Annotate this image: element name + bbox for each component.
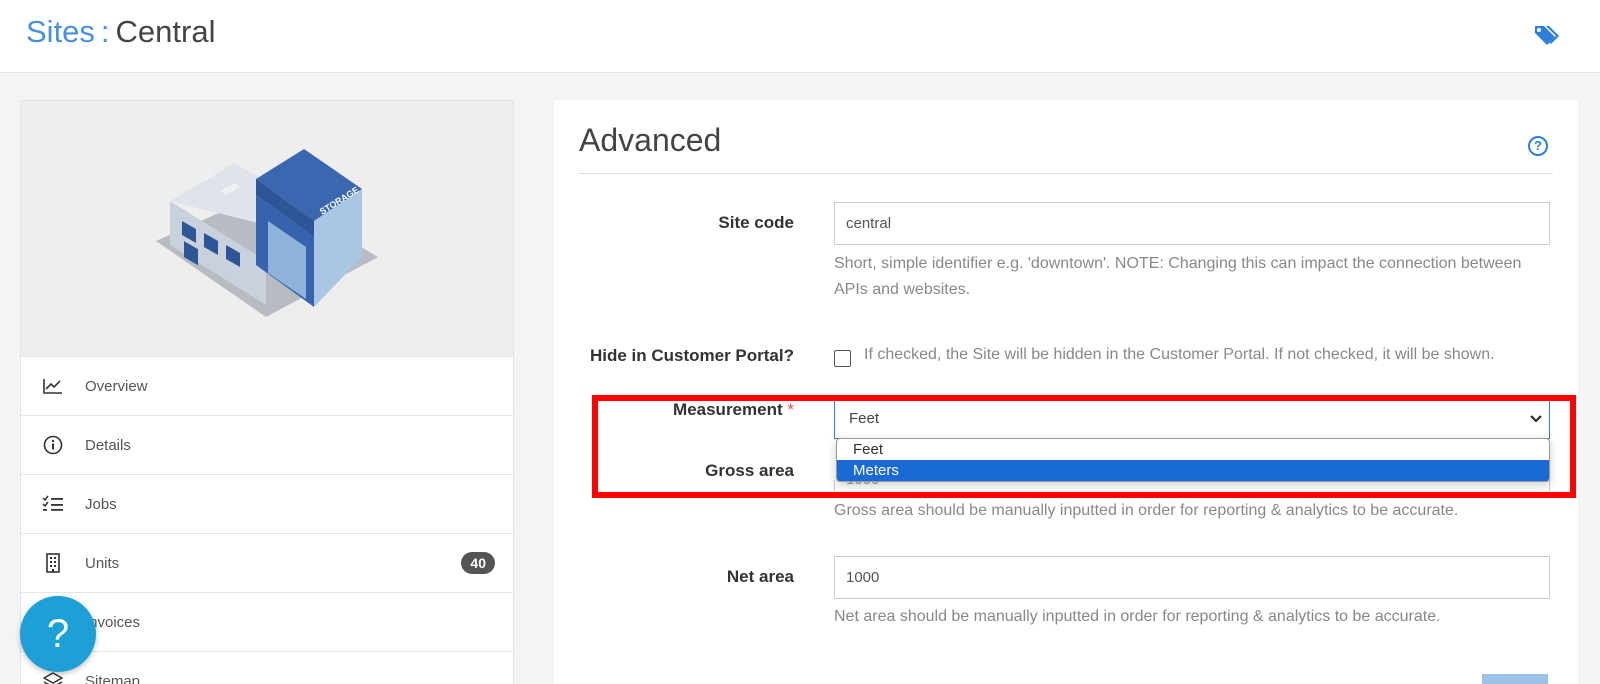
help-button[interactable]: ? xyxy=(20,596,96,672)
sidebar-item-overview[interactable]: Overview xyxy=(21,357,513,416)
sidebar-item-units[interactable]: Units 40 xyxy=(21,534,513,593)
help-button-label: ? xyxy=(46,611,70,656)
site-code-label: Site code xyxy=(718,213,794,232)
hide-portal-hint: If checked, the Site will be hidden in t… xyxy=(864,346,1495,363)
sidebar-item-sitemap[interactable]: Sitemap xyxy=(21,652,513,684)
divider xyxy=(579,173,1553,174)
sidebar-item-label: Units xyxy=(85,554,120,572)
highlight-box xyxy=(592,395,1576,498)
breadcrumb-separator: : xyxy=(100,14,110,49)
sidebar-item-details[interactable]: Details xyxy=(21,416,513,475)
advanced-panel: Advanced ? Site code central Short, simp… xyxy=(554,100,1578,684)
building-icon xyxy=(41,551,65,575)
net-area-hint: Net area should be manually inputted in … xyxy=(834,608,1441,625)
net-area-label: Net area xyxy=(726,567,794,586)
chart-line-icon xyxy=(41,374,65,398)
sidebar-item-label: Jobs xyxy=(85,495,117,513)
storage-building-image: STORAGE xyxy=(156,149,378,317)
sidebar-item-label: Details xyxy=(85,436,131,454)
sidebar-item-jobs[interactable]: Jobs xyxy=(21,475,513,534)
sidebar-item-label: Overview xyxy=(85,377,148,395)
page-title: Sites: Central xyxy=(26,14,215,50)
checklist-icon xyxy=(41,492,65,516)
info-circle-icon xyxy=(41,433,65,457)
site-sidebar: STORAGE Overview Details Jobs Units 40 I… xyxy=(20,100,514,684)
breadcrumb-sites[interactable]: Sites xyxy=(26,14,95,49)
net-area-input[interactable]: 1000 xyxy=(834,556,1550,599)
breadcrumb-current: Central xyxy=(115,14,216,49)
top-bar: Sites: Central xyxy=(0,0,1600,73)
sidebar-item-label: Sitemap xyxy=(85,672,141,684)
hide-portal-label: Hide in Customer Portal? xyxy=(589,346,794,365)
site-code-hint: Short, simple identifier e.g. 'downtown'… xyxy=(834,255,1522,298)
site-code-input[interactable]: central xyxy=(834,202,1550,245)
save-button[interactable] xyxy=(1482,674,1548,684)
gross-area-hint: Gross area should be manually inputted i… xyxy=(834,502,1459,519)
units-count-badge: 40 xyxy=(461,552,495,574)
panel-title: Advanced xyxy=(579,122,722,158)
site-image: STORAGE xyxy=(21,101,513,357)
hide-portal-checkbox[interactable] xyxy=(834,350,851,367)
help-circle-icon[interactable]: ? xyxy=(1528,136,1548,156)
tags-icon[interactable] xyxy=(1533,24,1559,46)
